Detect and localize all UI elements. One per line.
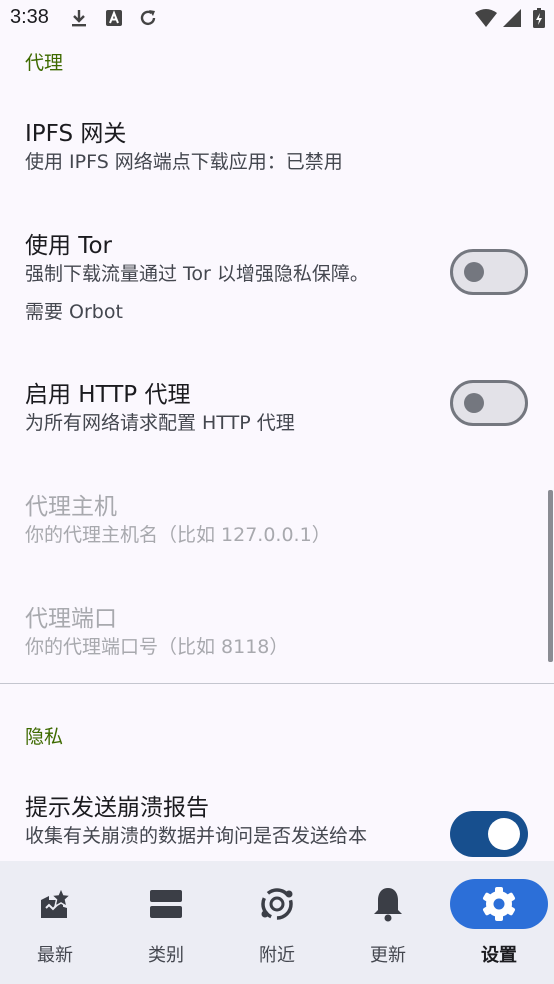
pref-summary: 你的代理主机名（比如 127.0.0.1） [25, 524, 331, 546]
download-icon [72, 10, 86, 27]
pref-title: 提示发送崩溃报告 [25, 795, 209, 821]
nav-item-latest[interactable]: 最新 [0, 861, 110, 984]
battery-charging-icon [533, 8, 545, 28]
signal-icon [503, 9, 521, 27]
section-title-privacy: 隐私 [25, 726, 64, 748]
section-divider [0, 683, 554, 684]
tor-toggle[interactable] [450, 249, 528, 295]
nav-label: 最新 [37, 945, 73, 966]
nav-label: 附近 [259, 945, 295, 966]
scrollbar[interactable] [548, 490, 553, 662]
sparkle-star-icon [41, 886, 73, 918]
pref-summary: 使用 IPFS 网络端点下载应用：已禁用 [25, 151, 343, 173]
bottom-navigation: 最新 类别 附近 更新 设置 [0, 861, 554, 984]
toggle-knob [464, 393, 484, 413]
nav-icon-container [117, 879, 215, 929]
pref-title: 代理主机 [25, 494, 117, 520]
pref-title: IPFS 网关 [25, 121, 127, 147]
nav-item-settings[interactable]: 设置 [444, 861, 554, 984]
toggle-knob [488, 818, 520, 850]
nav-item-updates[interactable]: 更新 [333, 861, 443, 984]
bell-icon [374, 888, 402, 922]
nav-label: 更新 [370, 945, 406, 966]
section-title-proxy: 代理 [25, 52, 64, 74]
pref-summary: 收集有关崩溃的数据并询问是否发送给本 [25, 825, 368, 847]
pref-title: 启用 HTTP 代理 [25, 382, 191, 408]
pref-title: 代理端口 [25, 606, 117, 632]
nav-icon-container [450, 879, 548, 929]
gear-icon [483, 887, 515, 921]
pref-summary: 为所有网络请求配置 HTTP 代理 [25, 412, 295, 434]
status-bar: 3:38 [0, 0, 554, 36]
nav-icon-container [339, 879, 437, 929]
crash-reports-toggle[interactable] [450, 811, 528, 857]
app-store-icon [106, 10, 122, 26]
nav-label: 设置 [481, 945, 517, 966]
wifi-icon [475, 9, 497, 27]
pref-summary-requirement: 需要 Orbot [25, 301, 123, 323]
nearby-icon [261, 888, 293, 920]
toggle-knob [464, 262, 484, 282]
nav-item-categories[interactable]: 类别 [111, 861, 221, 984]
status-time: 3:38 [10, 6, 49, 28]
pref-summary: 强制下载流量通过 Tor 以增强隐私保障。 [25, 263, 369, 285]
categories-icon [150, 890, 182, 918]
pref-title: 使用 Tor [25, 233, 112, 259]
http-proxy-toggle[interactable] [450, 380, 528, 426]
nav-item-nearby[interactable]: 附近 [222, 861, 332, 984]
nav-icon-container [228, 879, 326, 929]
nav-label: 类别 [148, 945, 184, 966]
sync-icon [140, 10, 156, 26]
nav-icon-container [6, 879, 104, 929]
pref-summary: 你的代理端口号（比如 8118） [25, 636, 289, 658]
